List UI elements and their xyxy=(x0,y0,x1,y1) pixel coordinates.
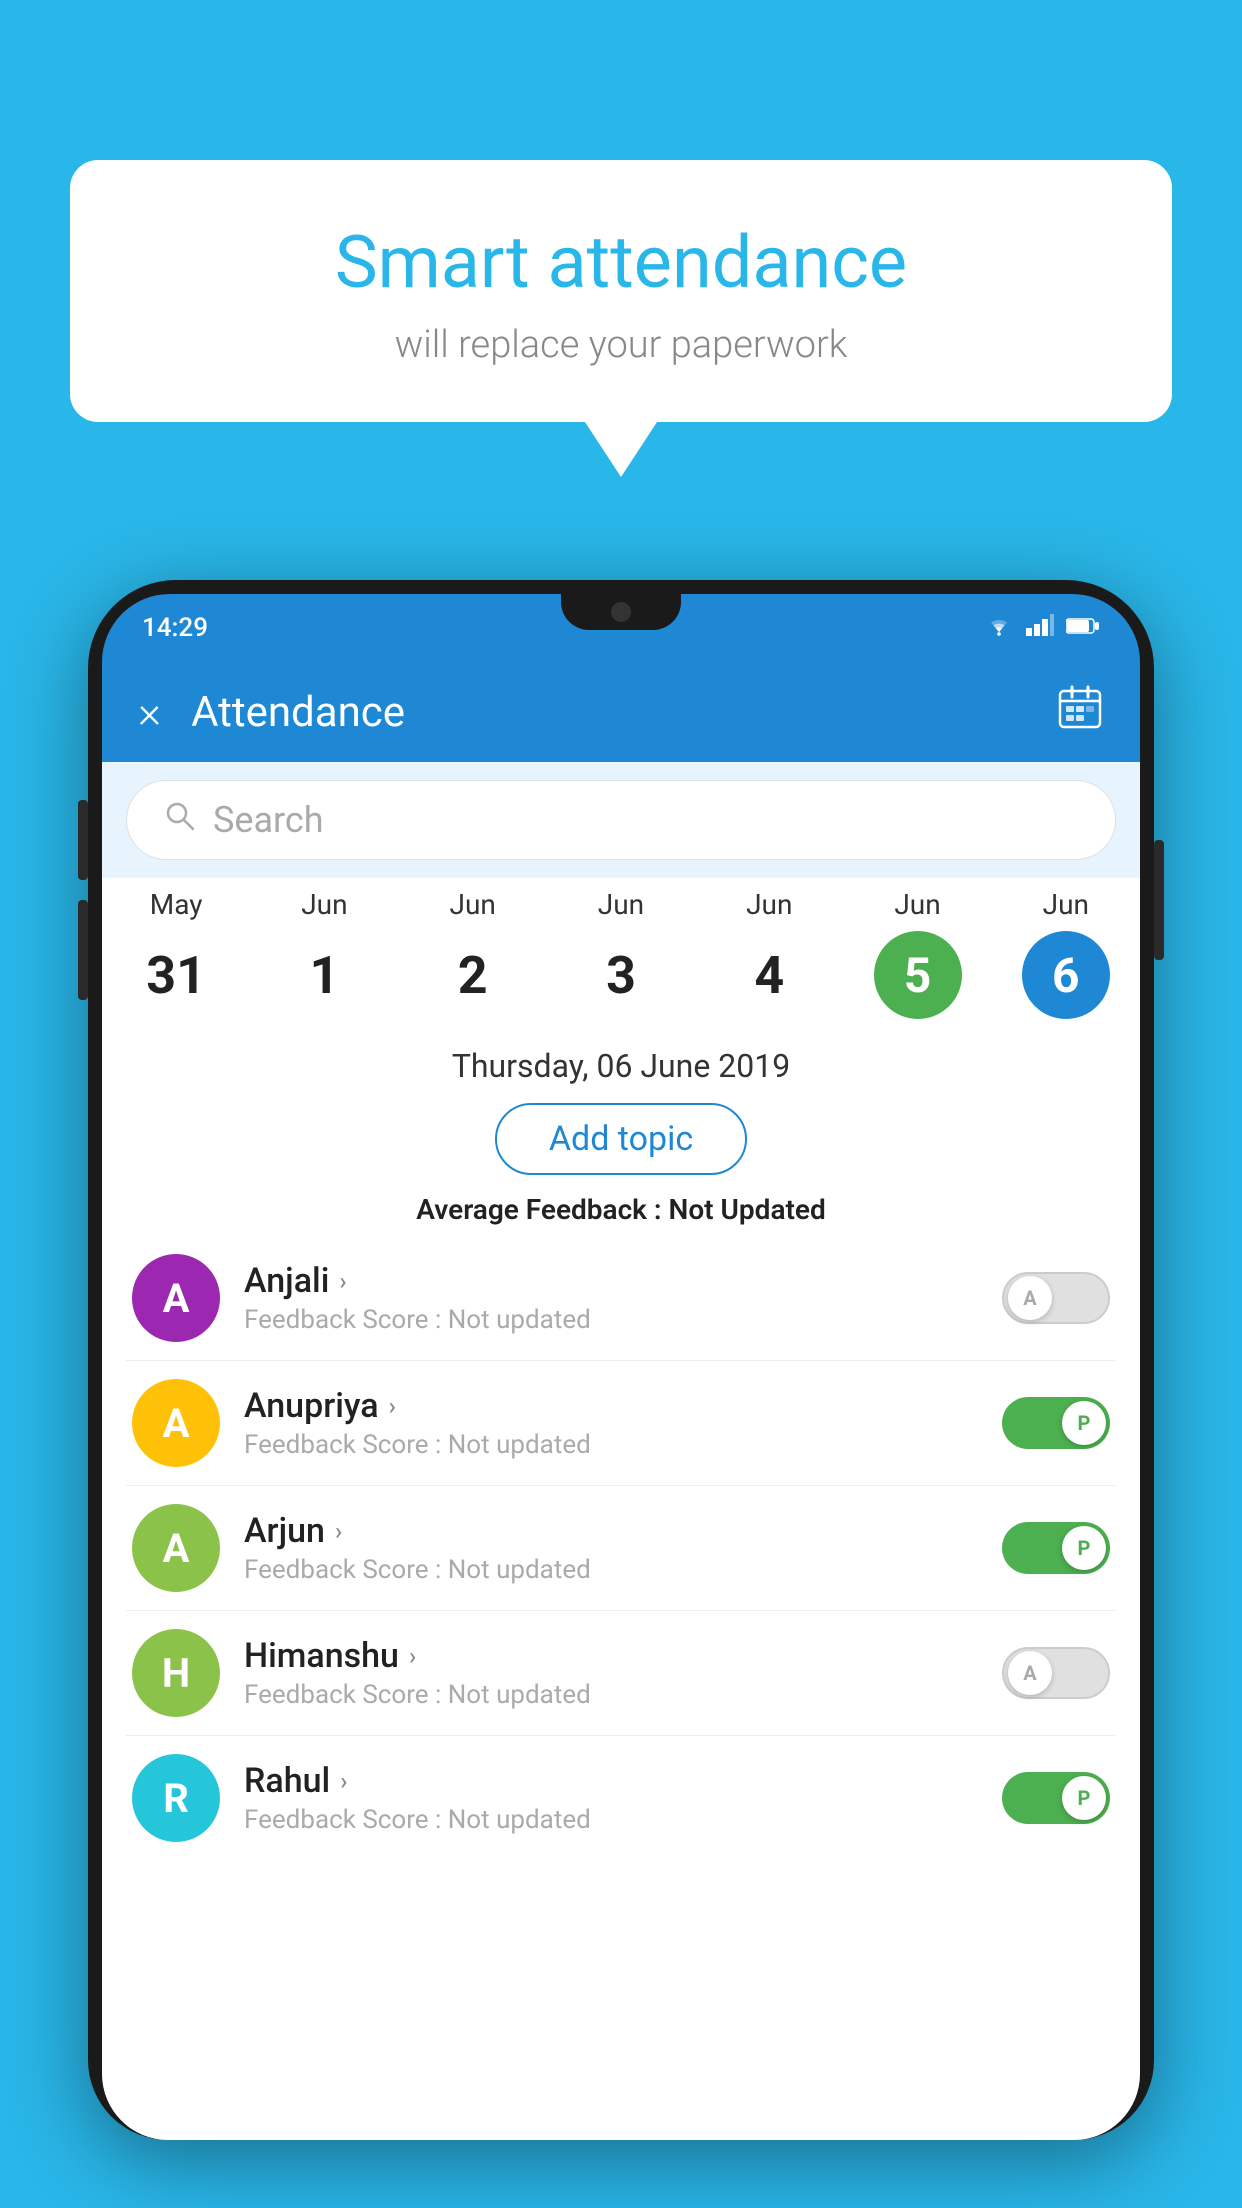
chevron-icon: › xyxy=(339,1267,346,1295)
info-section: Thursday, 06 June 2019 Add topic Average… xyxy=(102,1033,1140,1236)
app-header: × Attendance xyxy=(102,662,1140,762)
date-number: 31 xyxy=(132,931,220,1019)
app-content: × Attendance xyxy=(102,662,1140,2140)
student-info: Rahul › Feedback Score : Not updated xyxy=(244,1761,978,1835)
date-month: Jun xyxy=(746,888,792,921)
close-button[interactable]: × xyxy=(138,686,161,738)
calendar-icon[interactable] xyxy=(1056,683,1104,741)
student-feedback: Feedback Score : Not updated xyxy=(244,1430,978,1460)
student-name: Anjali › xyxy=(244,1261,978,1301)
date-number: 6 xyxy=(1022,931,1110,1019)
avg-feedback: Average Feedback : Not Updated xyxy=(126,1193,1116,1226)
date-item[interactable]: May 31 xyxy=(132,888,220,1019)
student-item[interactable]: R Rahul › Feedback Score : Not updated P xyxy=(102,1736,1140,1860)
student-feedback: Feedback Score : Not updated xyxy=(244,1680,978,1710)
student-list: AAnjali ›Feedback Score : Not updatedAAA… xyxy=(102,1236,1140,1860)
search-placeholder: Search xyxy=(213,799,324,841)
student-item[interactable]: H Himanshu › Feedback Score : Not updated A xyxy=(102,1611,1140,1735)
attendance-toggle[interactable]: P xyxy=(1002,1397,1110,1449)
date-number: 3 xyxy=(577,931,665,1019)
toggle-thumb: P xyxy=(1062,1401,1106,1445)
date-number: 4 xyxy=(725,931,813,1019)
volume-up-button xyxy=(78,800,88,880)
attendance-toggle[interactable]: P xyxy=(1002,1772,1110,1824)
chevron-icon: › xyxy=(409,1642,416,1670)
attendance-toggle[interactable]: A xyxy=(1002,1272,1110,1324)
toggle-thumb: A xyxy=(1008,1651,1052,1695)
search-container: Search xyxy=(102,762,1140,878)
student-info: Arjun › Feedback Score : Not updated xyxy=(244,1511,978,1585)
search-bar[interactable]: Search xyxy=(126,780,1116,860)
chevron-icon: › xyxy=(335,1517,342,1545)
attendance-toggle[interactable]: A xyxy=(1002,1647,1110,1699)
student-feedback: Feedback Score : Not updated xyxy=(244,1555,978,1585)
avatar: A xyxy=(132,1504,220,1592)
chevron-icon: › xyxy=(389,1392,396,1420)
selected-date: Thursday, 06 June 2019 xyxy=(126,1047,1116,1085)
student-name: Himanshu › xyxy=(244,1636,978,1676)
search-icon xyxy=(163,799,197,841)
student-name: Arjun › xyxy=(244,1511,978,1551)
speech-bubble-subtitle: will replace your paperwork xyxy=(130,323,1112,367)
student-info: Himanshu › Feedback Score : Not updated xyxy=(244,1636,978,1710)
phone-notch xyxy=(561,594,681,630)
chevron-icon: › xyxy=(340,1767,347,1795)
avg-feedback-value: Not Updated xyxy=(669,1193,826,1226)
avg-feedback-label: Average Feedback : xyxy=(416,1193,668,1226)
phone-container: 14:29 xyxy=(88,580,1154,2208)
date-picker: May 31 Jun 1 Jun 2 Jun 3 Jun 4 Jun 5 Jun 6 xyxy=(102,878,1140,1033)
date-item[interactable]: Jun 6 xyxy=(1022,888,1110,1019)
student-feedback: Feedback Score : Not updated xyxy=(244,1305,978,1335)
status-icons xyxy=(984,614,1100,642)
date-month: Jun xyxy=(301,888,347,921)
date-number: 5 xyxy=(874,931,962,1019)
toggle-thumb: P xyxy=(1062,1776,1106,1820)
status-time: 14:29 xyxy=(142,613,208,643)
volume-down-button xyxy=(78,900,88,1000)
date-item[interactable]: Jun 5 xyxy=(874,888,962,1019)
date-item[interactable]: Jun 3 xyxy=(577,888,665,1019)
date-item[interactable]: Jun 1 xyxy=(280,888,368,1019)
student-feedback: Feedback Score : Not updated xyxy=(244,1805,978,1835)
toggle-thumb: P xyxy=(1062,1526,1106,1570)
speech-bubble: Smart attendance will replace your paper… xyxy=(70,160,1172,422)
camera-icon xyxy=(611,602,631,622)
date-month: Jun xyxy=(450,888,496,921)
date-item[interactable]: Jun 4 xyxy=(725,888,813,1019)
speech-bubble-title: Smart attendance xyxy=(130,220,1112,305)
date-month: Jun xyxy=(894,888,940,921)
signal-icon xyxy=(1026,614,1054,642)
toggle-thumb: A xyxy=(1008,1276,1052,1320)
date-item[interactable]: Jun 2 xyxy=(429,888,517,1019)
attendance-toggle[interactable]: P xyxy=(1002,1522,1110,1574)
student-info: Anjali › Feedback Score : Not updated xyxy=(244,1261,978,1335)
student-name: Anupriya › xyxy=(244,1386,978,1426)
battery-icon xyxy=(1066,616,1100,641)
speech-bubble-container: Smart attendance will replace your paper… xyxy=(70,160,1172,422)
phone-outer: 14:29 xyxy=(88,580,1154,2140)
date-month: May xyxy=(150,888,203,921)
student-item[interactable]: A Anupriya › Feedback Score : Not updated P xyxy=(102,1361,1140,1485)
avatar: A xyxy=(132,1254,220,1342)
date-month: Jun xyxy=(1043,888,1089,921)
avatar: R xyxy=(132,1754,220,1842)
date-number: 1 xyxy=(280,931,368,1019)
student-name: Rahul › xyxy=(244,1761,978,1801)
student-item[interactable]: A Anjali › Feedback Score : Not updated A xyxy=(102,1236,1140,1360)
avatar: H xyxy=(132,1629,220,1717)
power-button xyxy=(1154,840,1164,960)
student-item[interactable]: A Arjun › Feedback Score : Not updated P xyxy=(102,1486,1140,1610)
wifi-icon xyxy=(984,614,1014,642)
header-title: Attendance xyxy=(191,688,1056,737)
date-month: Jun xyxy=(598,888,644,921)
avatar: A xyxy=(132,1379,220,1467)
add-topic-button[interactable]: Add topic xyxy=(495,1103,747,1175)
student-info: Anupriya › Feedback Score : Not updated xyxy=(244,1386,978,1460)
date-number: 2 xyxy=(429,931,517,1019)
status-bar: 14:29 xyxy=(102,594,1140,662)
